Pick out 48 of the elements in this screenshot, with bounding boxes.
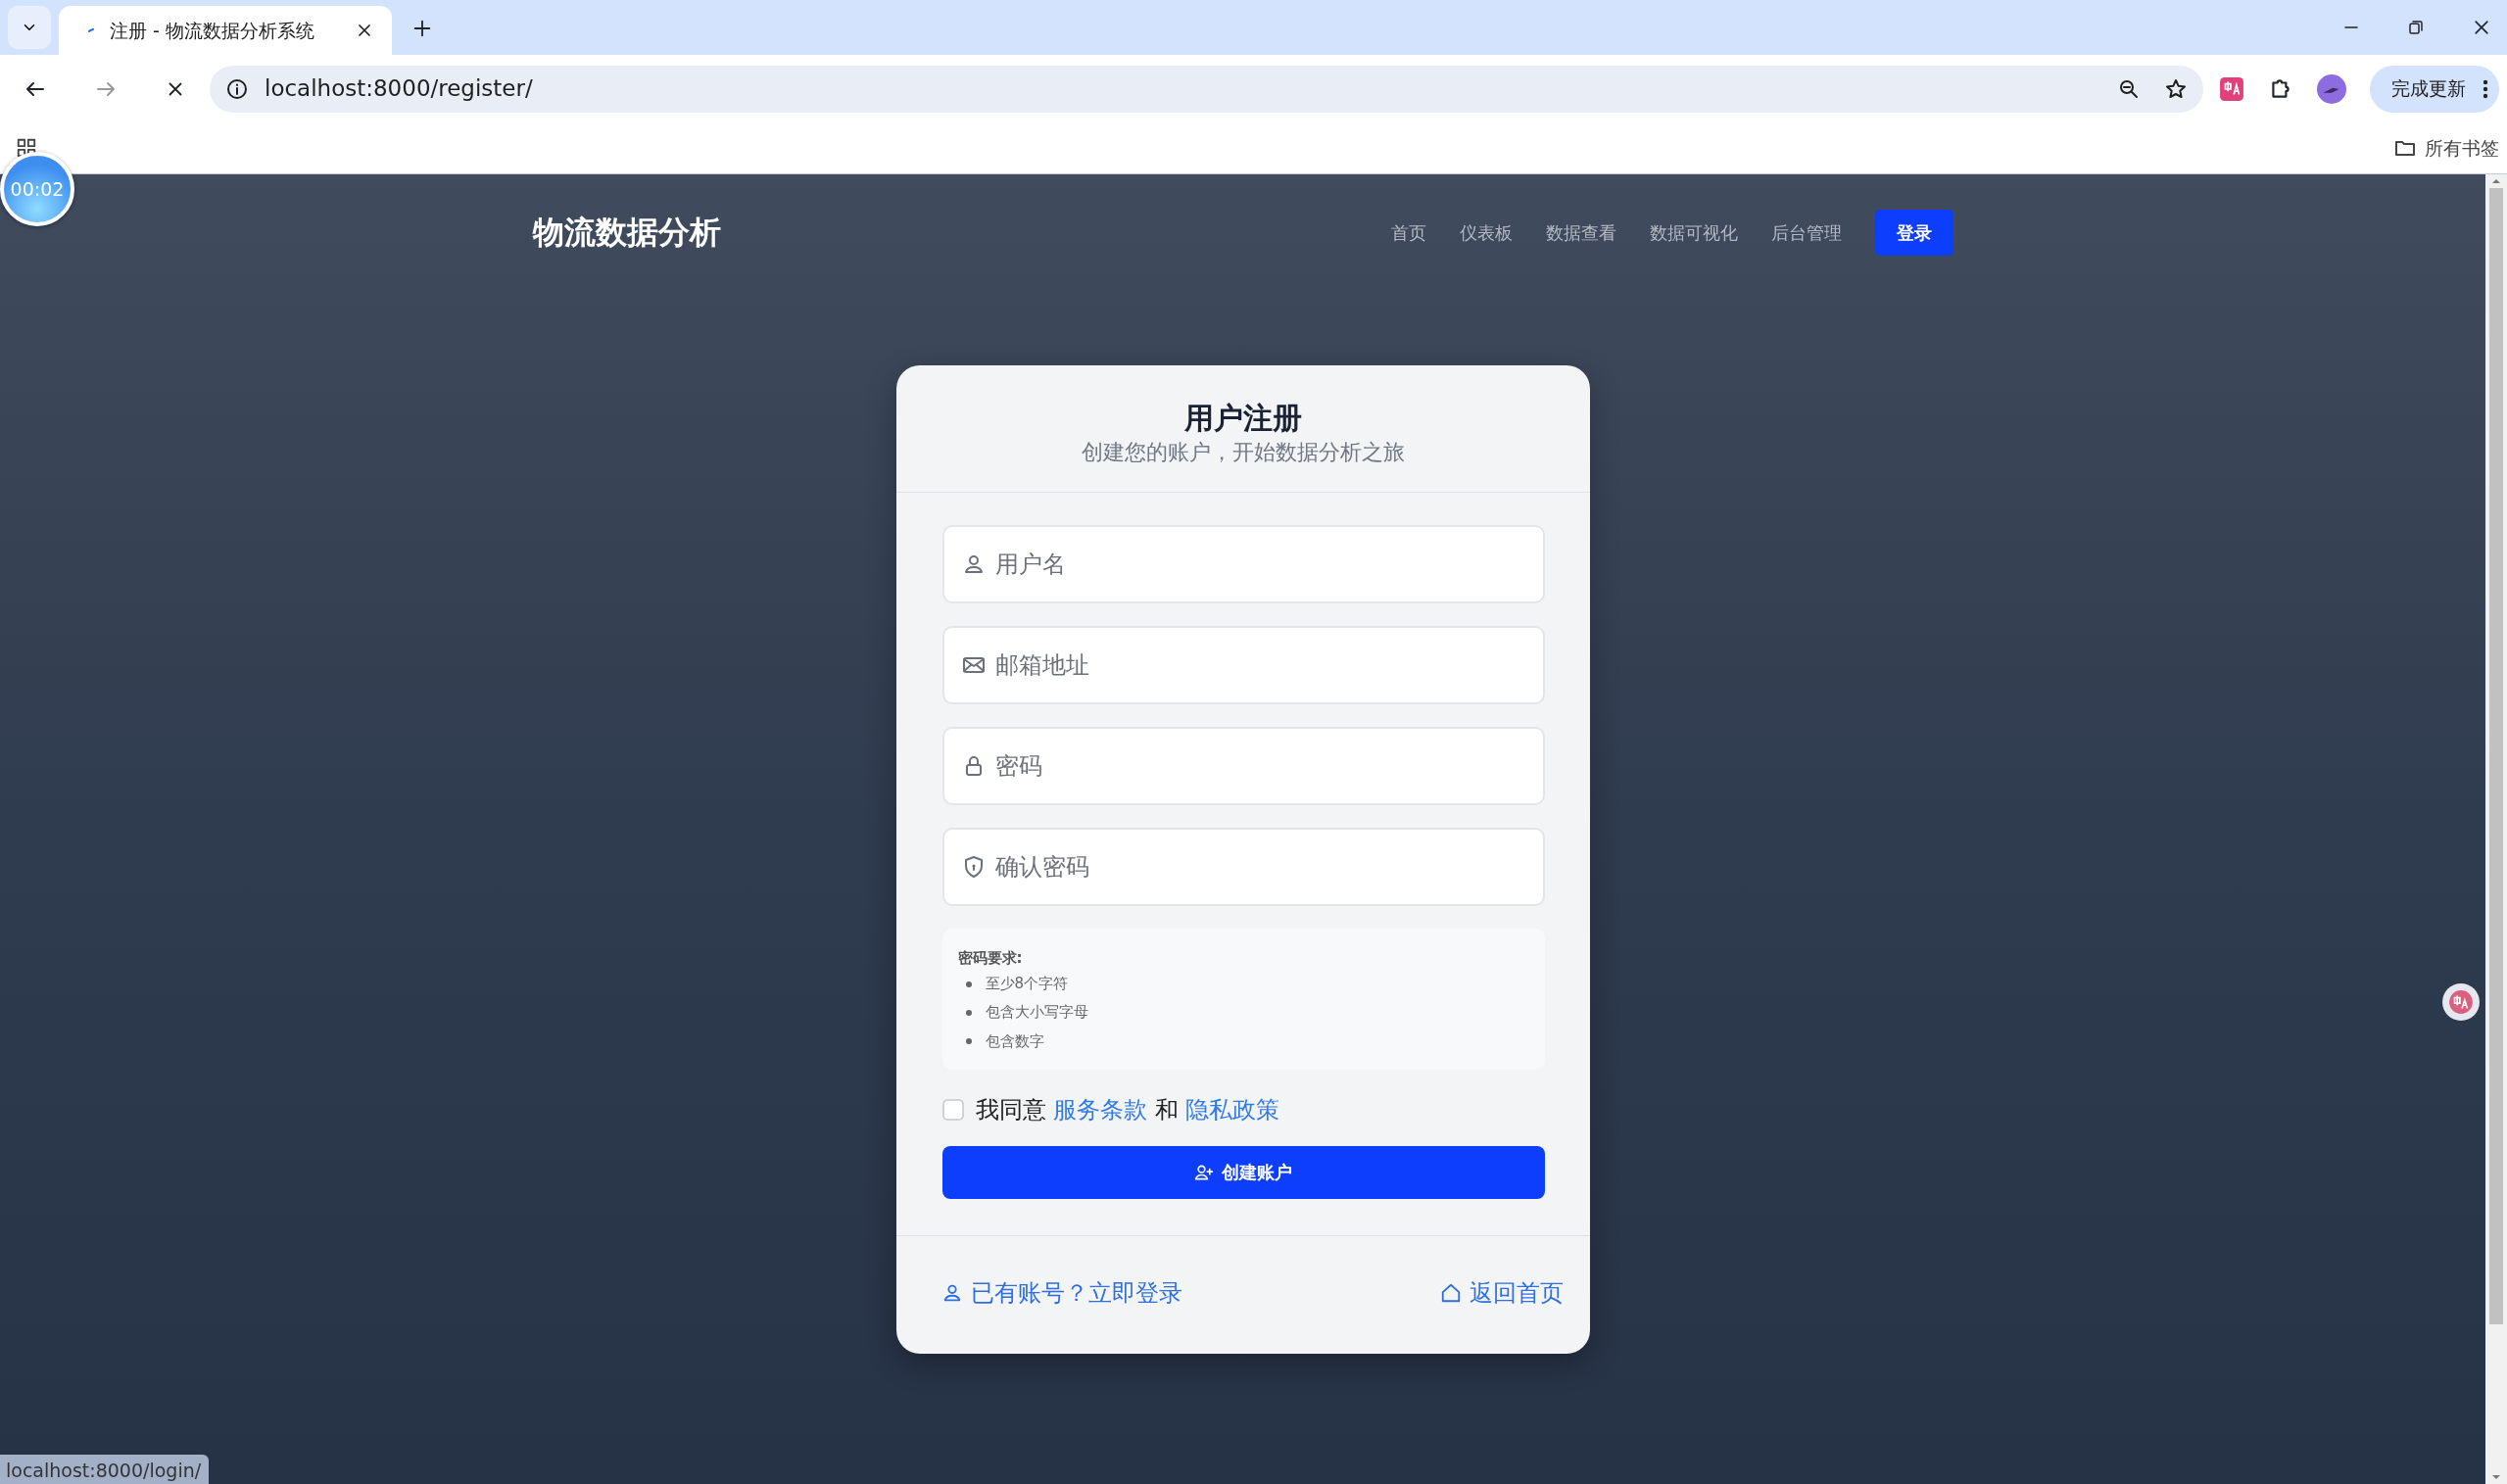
- bullet-icon: [965, 1009, 972, 1016]
- nav-link[interactable]: 仪表板: [1459, 218, 1513, 246]
- translate-float-button[interactable]: [2442, 983, 2480, 1021]
- tab-title: 注册 - 物流数据分析系统: [110, 18, 315, 43]
- input-field[interactable]: 用户名: [992, 546, 1525, 583]
- terms-link[interactable]: 隐私政策: [1185, 1095, 1280, 1124]
- plus-icon[interactable]: [411, 18, 433, 39]
- browser-tab[interactable]: 注册 - 物流数据分析系统: [59, 6, 392, 55]
- input-field[interactable]: 用户名: [941, 525, 1545, 603]
- requirement-item: 至少8个字符: [985, 974, 1069, 994]
- card-subtitle: 创建您的账户，开始数据分析之旅: [1081, 440, 1405, 464]
- requirement-item: 包含数字: [985, 1030, 1044, 1052]
- footer-link[interactable]: 已有账号？立即登录: [940, 1274, 1182, 1311]
- input-field[interactable]: 邮箱地址: [941, 626, 1545, 704]
- card-title: 用户注册: [1182, 401, 1303, 436]
- bookmarks-link[interactable]: 所有书签: [2425, 133, 2499, 163]
- translate-icon: [2448, 989, 2474, 1015]
- requirement-item: 包含大小写字母: [985, 1002, 1088, 1024]
- scrollbar[interactable]: [2485, 174, 2507, 1484]
- create-account-button[interactable]: 创建账户: [941, 1145, 1545, 1199]
- input-field[interactable]: 密码: [941, 727, 1545, 805]
- nav-link[interactable]: 数据查看: [1545, 218, 1616, 246]
- nav-link[interactable]: 数据可视化: [1649, 218, 1738, 246]
- bullet-icon: [965, 1038, 972, 1045]
- requirements-title: 密码要求:: [957, 949, 1023, 967]
- terms-link[interactable]: 服务条款: [1053, 1095, 1148, 1124]
- loading-icon: [88, 28, 94, 32]
- translate-extension-icon[interactable]: [2219, 75, 2244, 102]
- nav-link[interactable]: 后台管理: [1770, 218, 1842, 246]
- house-icon: [1439, 1281, 1462, 1304]
- input-field[interactable]: 密码: [992, 747, 1525, 785]
- close-icon[interactable]: [2472, 18, 2491, 37]
- star-icon[interactable]: [2164, 76, 2188, 101]
- update-button[interactable]: 完成更新: [2370, 65, 2499, 113]
- terms-agreement-text: 我同意 服务条款 和 隐私政策: [975, 1094, 1280, 1125]
- login-button[interactable]: 登录: [1874, 209, 1953, 256]
- input-field[interactable]: 邮箱地址: [992, 646, 1525, 684]
- footer-link[interactable]: 返回首页: [1439, 1274, 1564, 1311]
- input-field[interactable]: 确认密码: [941, 828, 1545, 906]
- input-field[interactable]: 确认密码: [992, 848, 1525, 886]
- status-url: localhost:8000/login/: [0, 1454, 210, 1484]
- nav-link[interactable]: 首页: [1390, 218, 1426, 246]
- profile-avatar-icon[interactable]: [2317, 73, 2346, 104]
- bullet-icon: [965, 981, 972, 987]
- site-brand[interactable]: 物流数据分析: [532, 209, 1391, 256]
- info-icon[interactable]: [225, 76, 249, 101]
- restore-icon[interactable]: [2407, 19, 2425, 36]
- agree-checkbox[interactable]: [941, 1098, 964, 1121]
